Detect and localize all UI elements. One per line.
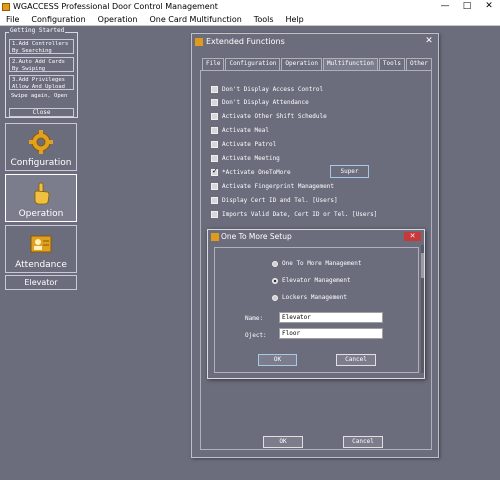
checkbox[interactable] [211,141,218,148]
tab-configuration[interactable]: Configuration [225,58,281,70]
maximize-button[interactable]: □ [458,0,476,13]
gear-icon [29,130,53,154]
step-swipe-again: Swipe again, Open [11,93,68,99]
checkbox[interactable] [211,155,218,162]
extended-functions-close-button[interactable]: ✕ [422,36,436,47]
radio-label: Elevator Management [282,277,351,284]
app-icon [2,2,10,11]
tab-other[interactable]: Other [405,58,433,70]
radio-button[interactable] [272,294,278,301]
oject-field[interactable]: Floor [279,328,383,339]
name-field[interactable]: Elevator [279,312,383,323]
option-label: Activate Meeting [222,155,280,162]
hand-pointer-icon [34,182,50,205]
checkbox[interactable] [211,211,218,218]
tab-operation[interactable]: Operation [281,58,322,70]
checkbox[interactable] [211,113,218,120]
one-to-more-title: One To More Setup [221,232,292,241]
nav-attendance[interactable]: Attendance [5,225,77,273]
menu-help[interactable]: Help [280,13,310,25]
option-label: *Activate OneToMore [222,169,291,176]
option-dont-display-attendance[interactable]: Don't Display Attendance [211,97,309,108]
dialog-app-icon [211,233,219,241]
extended-functions-title: Extended Functions [206,37,285,46]
menu-file[interactable]: File [0,13,25,25]
radio-lockers-management[interactable]: Lockers Management [272,292,347,303]
getting-started-close-button[interactable]: Close [9,108,74,117]
option-label: Activate Patrol [222,141,277,148]
menu-operation[interactable]: Operation [92,13,144,25]
nav-elevator[interactable]: Elevator [5,275,77,290]
nav-configuration-label: Configuration [10,158,72,168]
option-dont-display-access-control[interactable]: Don't Display Access Control [211,84,323,95]
tab-tools[interactable]: Tools [378,58,405,70]
getting-started-panel: Getting Started 1.Add Controllers By Sea… [5,27,78,118]
one-to-more-setup-dialog: One To More Setup ✕ [207,229,425,379]
title-bar: WGACCESS Professional Door Control Manag… [0,0,500,13]
radio-label: One To More Management [282,260,362,267]
extended-ok-button[interactable]: OK [263,436,303,448]
step-auto-add-cards[interactable]: 2.Auto Add Cards By Swiping [9,57,74,72]
checkbox[interactable] [211,127,218,134]
nav-operation-label: Operation [18,209,64,219]
one-to-more-close-button[interactable]: ✕ [404,232,421,241]
checkbox-checked[interactable] [211,167,218,176]
menu-one-card-multifunction[interactable]: One Card Multifunction [143,13,247,25]
nav-attendance-label: Attendance [15,260,67,270]
option-imports-valid-date[interactable]: Imports Valid Date, Cert ID or Tel. [Use… [211,209,377,220]
option-label: Activate Other Shift Schedule [222,113,327,120]
window-title: WGACCESS Professional Door Control Manag… [13,2,218,11]
option-label: Imports Valid Date, Cert ID or Tel. [Use… [222,211,378,218]
step-add-privileges[interactable]: 3.Add Privileges Allow And Upload [9,75,74,90]
dialog-app-icon [195,38,203,46]
menu-tools[interactable]: Tools [248,13,280,25]
menu-configuration[interactable]: Configuration [25,13,91,25]
step-add-controllers[interactable]: 1.Add Controllers By Searching [9,39,74,54]
one-to-more-cancel-button[interactable]: Cancel [336,354,376,366]
option-activate-patrol[interactable]: Activate Patrol [211,139,276,150]
name-label: Name: [245,315,264,322]
checkbox[interactable] [211,86,218,93]
one-to-more-titlebar: One To More Setup [208,230,424,244]
tab-file[interactable]: File [202,58,225,70]
extended-functions-titlebar: Extended Functions [192,34,438,50]
getting-started-legend: Getting Started [9,27,66,34]
option-activate-fingerprint[interactable]: Activate Fingerprint Management [211,181,334,192]
close-button[interactable]: ✕ [480,0,498,13]
option-label: Display Cert ID and Tel. [Users] [222,197,338,204]
option-activate-other-shift[interactable]: Activate Other Shift Schedule [211,111,327,122]
option-label: Activate Fingerprint Management [222,183,334,190]
sidebar: Getting Started 1.Add Controllers By Sea… [0,27,80,480]
option-display-cert-id[interactable]: Display Cert ID and Tel. [Users] [211,195,338,206]
one-to-more-scrollbar[interactable] [421,245,424,373]
option-label: Activate Meal [222,127,269,134]
oject-label: Oject: [245,332,267,339]
option-activate-onetomore[interactable]: *Activate OneToMore [211,167,291,178]
super-button[interactable]: Super [330,165,369,178]
radio-elevator-management[interactable]: Elevator Management [272,275,351,286]
radio-button-selected[interactable] [272,277,278,284]
scrollbar-thumb[interactable] [421,253,424,278]
option-activate-meal[interactable]: Activate Meal [211,125,269,136]
radio-label: Lockers Management [282,294,348,301]
option-activate-meeting[interactable]: Activate Meeting [211,153,280,164]
option-label: Don't Display Attendance [222,99,309,106]
nav-operation[interactable]: Operation [5,174,77,222]
radio-one-to-more-management[interactable]: One To More Management [272,258,361,269]
extended-cancel-button[interactable]: Cancel [343,436,383,448]
checkbox[interactable] [211,99,218,106]
checkbox[interactable] [211,197,218,204]
attendance-icon [30,235,52,253]
extended-tabs: File Configuration Operation Multifuncti… [202,58,433,70]
minimize-button[interactable]: — [436,0,454,13]
radio-button[interactable] [272,260,278,267]
tab-multifunction[interactable]: Multifunction [322,58,378,70]
checkbox[interactable] [211,183,218,190]
one-to-more-ok-button[interactable]: OK [258,354,297,366]
nav-configuration[interactable]: Configuration [5,123,77,171]
menu-bar: File Configuration Operation One Card Mu… [0,13,500,26]
option-label: Don't Display Access Control [222,86,324,93]
